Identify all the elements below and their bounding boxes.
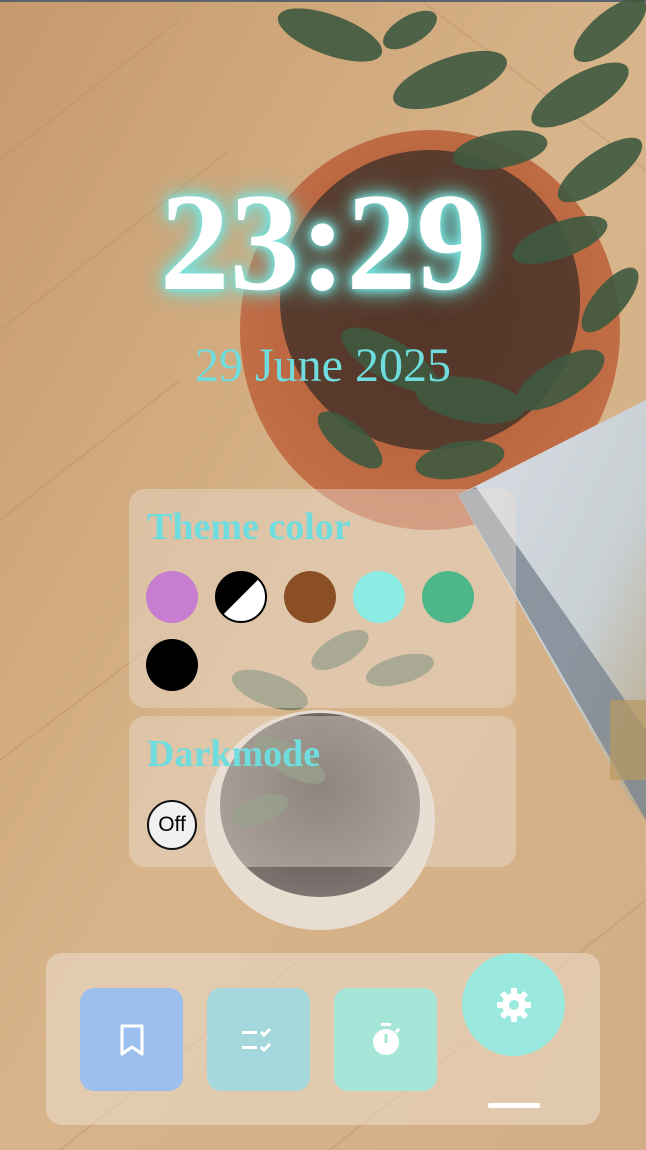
gear-icon	[496, 987, 531, 1022]
swatch-cyan[interactable]	[353, 571, 405, 623]
settings-button[interactable]	[462, 953, 565, 1056]
active-tab-indicator	[488, 1103, 540, 1108]
swatch-black-white[interactable]	[215, 571, 267, 623]
darkmode-toggle[interactable]: Off	[147, 800, 197, 850]
swatch-black[interactable]	[146, 639, 198, 691]
stopwatch-icon	[372, 1022, 400, 1055]
swatch-brown[interactable]	[284, 571, 336, 623]
darkmode-panel: Darkmode Off	[129, 716, 516, 867]
darkmode-title: Darkmode	[147, 733, 321, 775]
timer-button[interactable]	[334, 988, 437, 1091]
clock-date: 29 June 2025	[195, 339, 451, 392]
swatch-green[interactable]	[422, 571, 474, 623]
checklist-icon	[241, 1027, 271, 1052]
clock-time: 23:29	[159, 165, 487, 320]
bottom-dock	[46, 953, 600, 1125]
theme-color-panel: Theme color	[129, 489, 516, 708]
theme-color-title: Theme color	[147, 506, 351, 548]
swatch-purple[interactable]	[146, 571, 198, 623]
bookmark-button[interactable]	[80, 988, 183, 1091]
checklist-button[interactable]	[207, 988, 310, 1091]
bookmark-icon	[120, 1024, 143, 1055]
